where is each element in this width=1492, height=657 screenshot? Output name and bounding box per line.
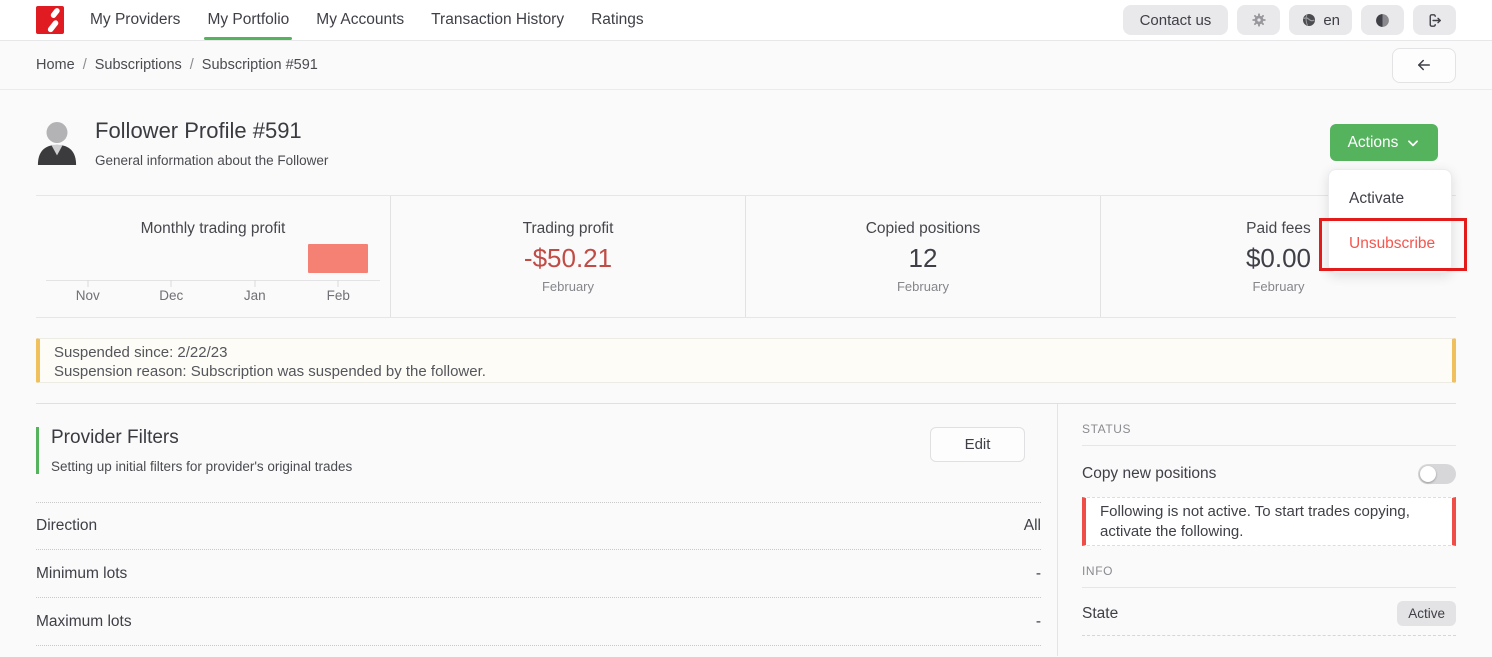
filter-row-maximum-lots: Maximum lots - xyxy=(36,598,1041,646)
follower-avatar xyxy=(36,120,78,166)
page-subtitle: General information about the Follower xyxy=(95,153,328,168)
breadcrumb-home[interactable]: Home xyxy=(36,57,75,73)
chart-axis-label: Feb xyxy=(327,288,350,303)
stat-label: Copied positions xyxy=(746,220,1100,238)
profile-header: Follower Profile #591 General informatio… xyxy=(0,90,1492,195)
filter-value: All xyxy=(1024,517,1041,535)
breadcrumb-separator: / xyxy=(83,57,87,73)
stat-trading-profit: Trading profit -$50.21 February xyxy=(391,196,746,317)
nav-item-transaction-history[interactable]: Transaction History xyxy=(431,0,564,40)
stat-label: Trading profit xyxy=(391,220,745,238)
logout-icon xyxy=(1426,12,1443,29)
chart-tick xyxy=(87,280,88,287)
chart-tick xyxy=(338,280,339,287)
copy-new-positions-row: Copy new positions xyxy=(1082,464,1456,484)
filter-label: Direction xyxy=(36,517,97,535)
edit-button[interactable]: Edit xyxy=(930,427,1025,462)
menu-item-activate[interactable]: Activate xyxy=(1329,176,1451,221)
stat-value: -$50.21 xyxy=(391,243,745,274)
nav-item-my-portfolio[interactable]: My Portfolio xyxy=(207,0,289,40)
chart-x-axis xyxy=(46,280,380,281)
page: My Providers My Portfolio My Accounts Tr… xyxy=(0,0,1492,657)
chart-tick xyxy=(254,280,255,287)
stat-monthly-trading-profit: Monthly trading profit NovDecJanFeb xyxy=(36,196,391,317)
following-inactive-alert: Following is not active. To start trades… xyxy=(1082,497,1456,546)
stat-copied-positions: Copied positions 12 February xyxy=(746,196,1101,317)
status-panel: STATUS Copy new positions Following is n… xyxy=(1082,404,1456,656)
stat-value: 12 xyxy=(746,243,1100,274)
logout-button[interactable] xyxy=(1413,5,1456,35)
provider-filters-subtitle: Setting up initial filters for provider'… xyxy=(51,459,352,474)
actions-button-label: Actions xyxy=(1348,134,1399,152)
state-row: State Active xyxy=(1082,600,1456,636)
stats-row: Monthly trading profit NovDecJanFeb Trad… xyxy=(36,195,1456,318)
filter-label: Maximum lots xyxy=(36,613,132,631)
status-divider xyxy=(1082,445,1456,446)
filter-value: - xyxy=(1036,613,1041,631)
chevron-down-icon xyxy=(1406,136,1420,150)
stat-period: February xyxy=(746,279,1100,294)
language-button[interactable]: en xyxy=(1289,5,1352,35)
content-columns: Provider Filters Setting up initial filt… xyxy=(36,404,1456,656)
contact-us-button[interactable]: Contact us xyxy=(1123,5,1229,35)
suspension-warning-banner: Suspended since: 2/22/23 Suspension reas… xyxy=(36,338,1456,383)
breadcrumb-separator: / xyxy=(190,57,194,73)
breadcrumb-subscriptions[interactable]: Subscriptions xyxy=(95,57,182,73)
top-navbar: My Providers My Portfolio My Accounts Tr… xyxy=(0,0,1492,41)
copy-new-positions-toggle[interactable] xyxy=(1418,464,1456,484)
state-label: State xyxy=(1082,605,1118,623)
suspended-since-text: Suspended since: 2/22/23 xyxy=(54,343,1438,362)
globe-icon xyxy=(1301,12,1317,28)
brand-logo-icon[interactable] xyxy=(36,6,64,34)
stat-period: February xyxy=(391,279,745,294)
state-badge: Active xyxy=(1397,601,1456,626)
filter-row-minimum-lots: Minimum lots - xyxy=(36,550,1041,598)
provider-filters-section: Provider Filters Setting up initial filt… xyxy=(36,404,1041,656)
breadcrumb: Home / Subscriptions / Subscription #591 xyxy=(0,41,1492,90)
monthly-profit-chart: Nov Dec Jan Feb xyxy=(46,236,380,311)
info-heading: INFO xyxy=(1082,564,1456,578)
filter-value: - xyxy=(1036,565,1041,583)
filter-label: Minimum lots xyxy=(36,565,127,583)
copy-new-positions-label: Copy new positions xyxy=(1082,465,1216,483)
navbar-actions: Contact us xyxy=(1123,5,1456,35)
chart-axis-label: Dec xyxy=(159,288,183,303)
page-title: Follower Profile #591 xyxy=(95,118,328,144)
language-label: en xyxy=(1323,12,1340,29)
gear-icon xyxy=(1251,12,1267,28)
status-heading: STATUS xyxy=(1082,422,1456,436)
column-divider xyxy=(1057,404,1058,656)
actions-dropdown-menu: Activate Unsubscribe xyxy=(1328,169,1452,273)
stat-period: February xyxy=(1101,279,1456,294)
settings-button[interactable] xyxy=(1237,5,1280,35)
suspension-reason-text: Suspension reason: Subscription was susp… xyxy=(54,362,1438,381)
provider-filters-title: Provider Filters xyxy=(51,427,352,449)
chart-axis-label: Nov xyxy=(76,288,100,303)
contrast-icon xyxy=(1374,12,1391,29)
nav-item-ratings[interactable]: Ratings xyxy=(591,0,644,40)
actions-button[interactable]: Actions xyxy=(1330,124,1438,161)
info-divider xyxy=(1082,587,1456,588)
breadcrumb-current: Subscription #591 xyxy=(202,57,318,73)
chart-bar-feb xyxy=(308,244,368,273)
chart-tick xyxy=(171,280,172,287)
nav-items: My Providers My Portfolio My Accounts Tr… xyxy=(90,0,644,40)
chart-axis-label: Jan xyxy=(244,288,266,303)
nav-item-my-accounts[interactable]: My Accounts xyxy=(316,0,404,40)
filter-row-direction: Direction All xyxy=(36,502,1041,550)
back-arrow-icon xyxy=(1415,56,1433,74)
nav-item-my-providers[interactable]: My Providers xyxy=(90,0,180,40)
back-button[interactable] xyxy=(1392,48,1456,83)
menu-item-unsubscribe[interactable]: Unsubscribe xyxy=(1329,221,1451,266)
filter-rows: Direction All Minimum lots - Maximum lot… xyxy=(36,502,1041,646)
contrast-button[interactable] xyxy=(1361,5,1404,35)
